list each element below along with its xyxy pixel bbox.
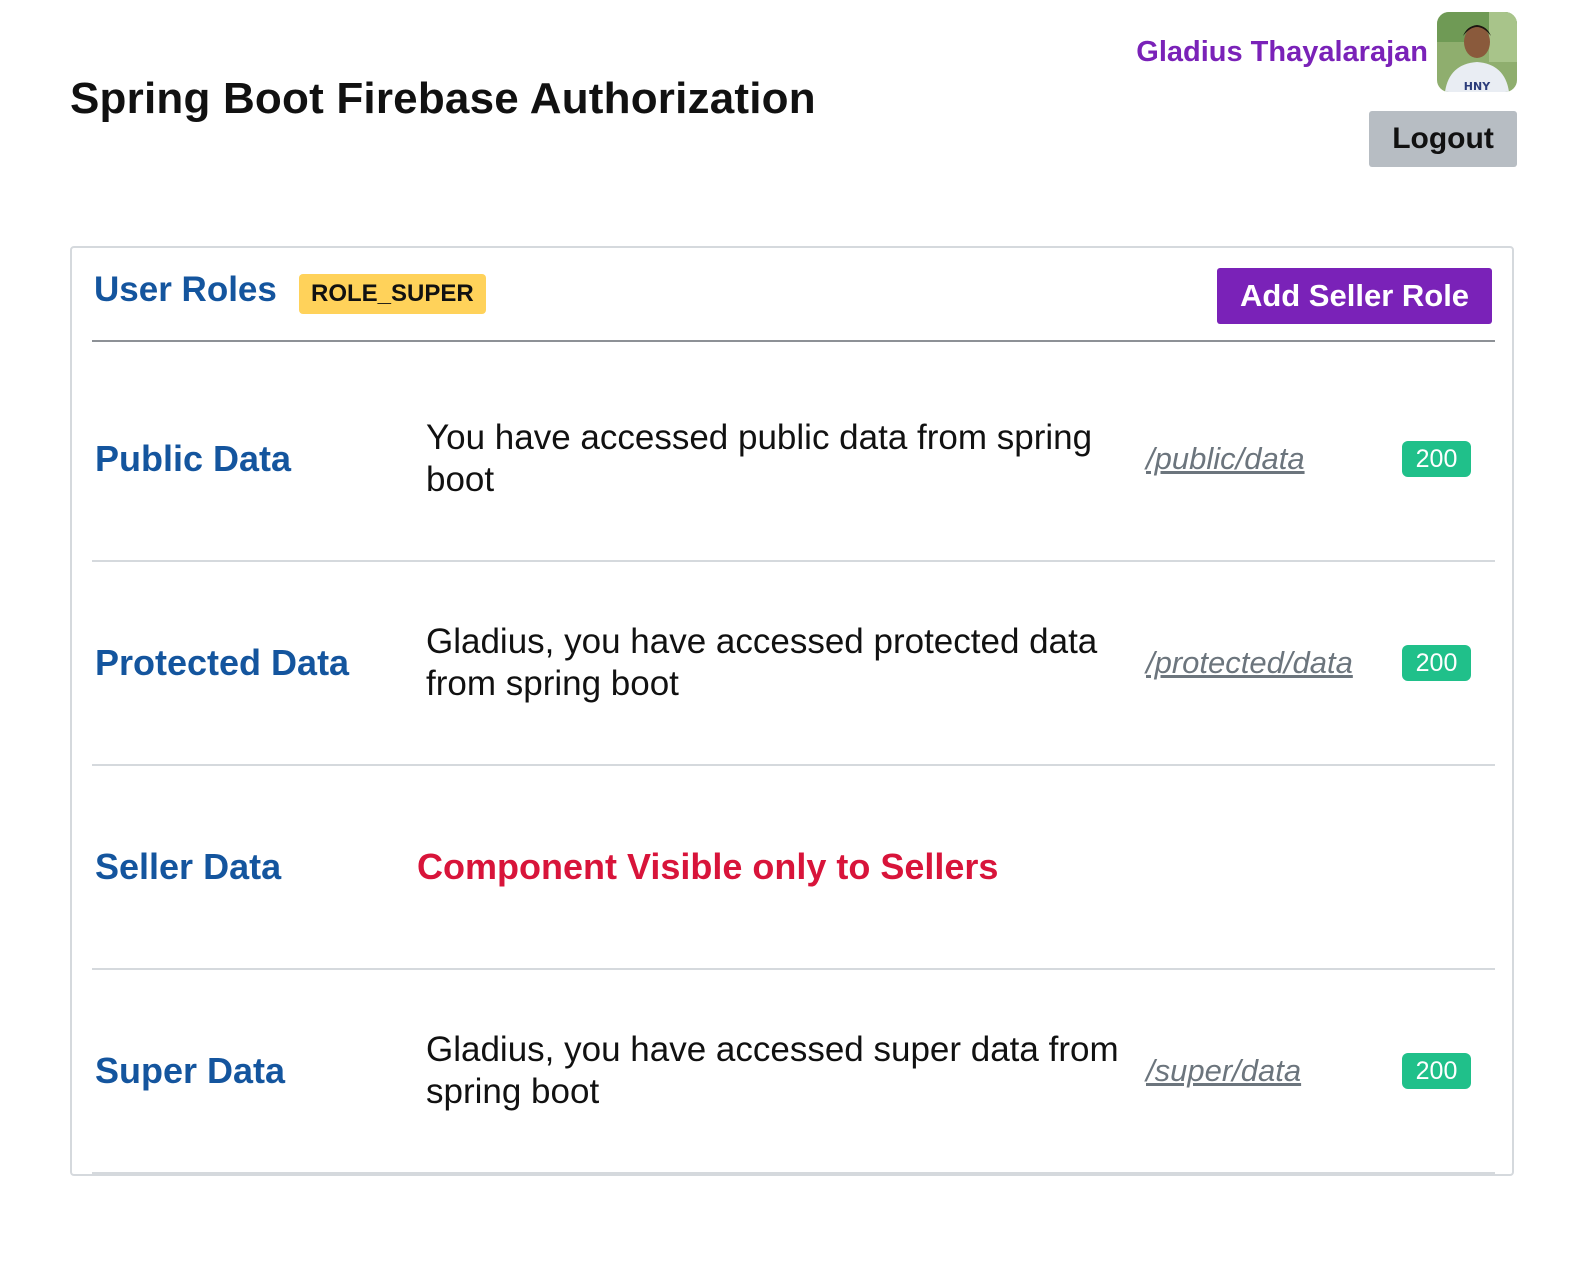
row-label: Seller Data [95,846,282,887]
endpoint-link[interactable]: /protected/data [1146,562,1353,764]
status-badge: 200 [1402,645,1471,681]
data-row-seller: Seller Data Component Visible only to Se… [92,766,1495,970]
data-row-public: Public Data You have accessed public dat… [92,358,1495,562]
row-label: Super Data [95,1050,286,1091]
row-message: Gladius, you have accessed protected dat… [426,622,1098,703]
row-label: Protected Data [95,642,350,683]
seller-only-warning: Component Visible only to Sellers [417,846,999,887]
data-row-super: Super Data Gladius, you have accessed su… [92,970,1495,1174]
endpoint-link[interactable]: /super/data [1146,970,1301,1172]
status-badge: 200 [1402,441,1471,477]
logout-button[interactable]: Logout [1369,111,1517,167]
header-divider [92,340,1495,342]
user-photo: HNY [1437,12,1517,92]
data-row-protected: Protected Data Gladius, you have accesse… [92,562,1495,766]
status-badge: 200 [1402,1053,1471,1089]
row-message: Gladius, you have accessed super data fr… [426,1030,1119,1111]
roles-panel: User Roles ROLE_SUPER Add Seller Role Pu… [70,246,1514,1176]
endpoint-link[interactable]: /public/data [1146,358,1305,560]
page-title: Spring Boot Firebase Authorization [70,74,816,123]
row-label: Public Data [95,438,292,479]
user-name: Gladius Thayalarajan [1136,36,1428,68]
avatar[interactable]: HNY [1437,12,1517,92]
role-badge: ROLE_SUPER [299,274,486,314]
row-message: You have accessed public data from sprin… [426,418,1093,499]
user-roles-heading: User Roles [94,270,277,309]
add-seller-role-button[interactable]: Add Seller Role [1217,268,1492,324]
avatar-shirt-text: HNY [1464,80,1491,92]
